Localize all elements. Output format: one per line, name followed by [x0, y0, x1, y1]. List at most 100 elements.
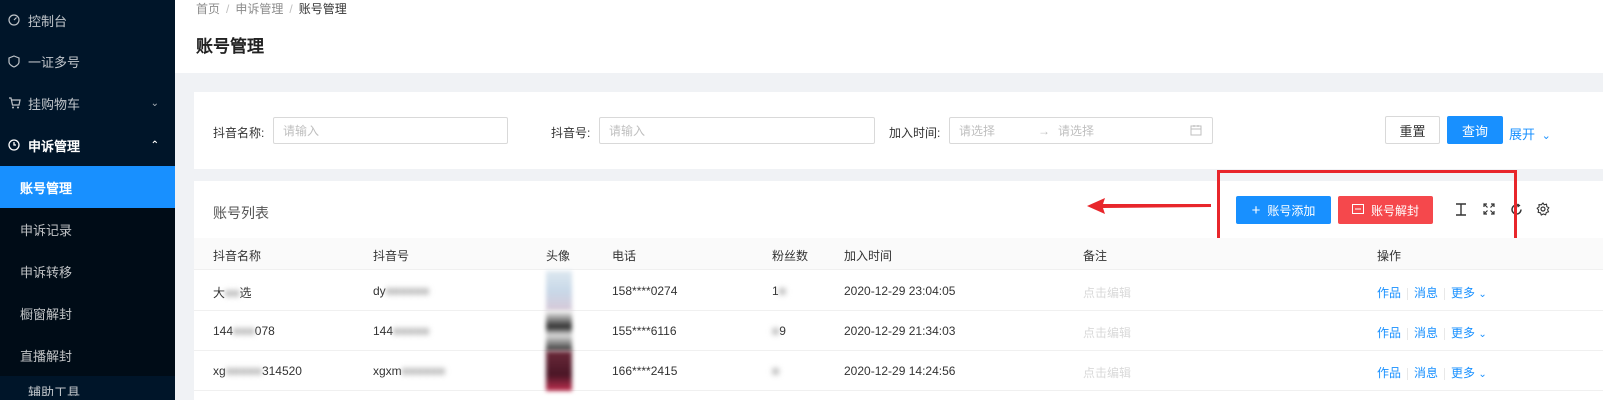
divider — [1444, 367, 1446, 380]
more-label: 更多 — [1451, 326, 1476, 340]
join-time-range-picker[interactable]: 请选择 → 请选择 — [949, 117, 1213, 144]
column-header-avatar: 头像 — [546, 249, 571, 263]
cell-douyin-name: 大■■选 — [213, 284, 252, 301]
avatar — [546, 351, 572, 391]
name-tail: 314520 — [261, 364, 302, 378]
divider — [1407, 287, 1409, 300]
redacted-text: ■ — [772, 364, 780, 378]
more-dropdown[interactable]: 更多 ⌄ — [1451, 326, 1487, 340]
fans-value: 1 — [772, 284, 779, 298]
id-head: xgxm — [373, 364, 402, 378]
cell-fans: ■1 — [772, 364, 779, 378]
redacted-text: ■■■■■ — [393, 324, 430, 338]
redacted-text: ■ — [772, 324, 780, 338]
query-button[interactable]: 查询 — [1447, 116, 1503, 144]
cell-fans: ■9 — [772, 324, 786, 338]
cell-actions: 作品 消息 更多 ⌄ — [1377, 364, 1487, 381]
redacted-text: ■■■ — [233, 324, 255, 338]
sidebar-item-tools[interactable]: 辅助工具 — [0, 376, 175, 396]
id-head: dy — [373, 284, 386, 298]
avatar — [546, 311, 572, 351]
sidebar-item-multi-account[interactable]: 一证多号 — [0, 40, 175, 82]
cell-join-time: 2020-12-29 23:04:05 — [844, 284, 956, 298]
douyin-name-input[interactable]: 请输入 — [273, 117, 508, 144]
column-header-douyin-name: 抖音名称 — [213, 249, 262, 263]
sidebar-item-window-unseal[interactable]: 橱窗解封 — [0, 292, 175, 334]
cell-phone: 166****2415 — [612, 364, 678, 378]
message-link[interactable]: 消息 — [1414, 286, 1438, 300]
works-link[interactable]: 作品 — [1377, 366, 1401, 380]
sidebar-item-label: 辅助工具 — [28, 385, 81, 396]
dashboard-icon — [7, 13, 21, 27]
cell-douyin-id: 144■■■■■ — [373, 324, 429, 338]
page-title: 账号管理 — [196, 37, 264, 56]
cell-join-time: 2020-12-29 21:34:03 — [844, 324, 956, 338]
column-header-douyin-id: 抖音号 — [373, 249, 410, 263]
divider — [1407, 327, 1409, 340]
sidebar-item-appeal-transfer[interactable]: 申诉转移 — [0, 250, 175, 292]
breadcrumb-separator: / — [226, 2, 230, 16]
divider — [1444, 327, 1446, 340]
works-link[interactable]: 作品 — [1377, 326, 1401, 340]
message-link[interactable]: 消息 — [1414, 326, 1438, 340]
douyin-id-placeholder: 请输入 — [609, 124, 646, 138]
avatar — [546, 271, 572, 311]
table-title: 账号列表 — [213, 205, 269, 221]
join-time-label: 加入时间: — [889, 126, 941, 140]
end-date-placeholder: 请选择 — [1058, 124, 1095, 138]
sidebar-item-label: 控制台 — [28, 13, 68, 29]
cell-note-editable[interactable]: 点击编辑 — [1083, 324, 1131, 341]
sidebar-item-label: 一证多号 — [28, 54, 81, 70]
cell-douyin-name: xg■■■■■314520 — [213, 364, 302, 378]
column-header-join-time: 加入时间 — [844, 249, 893, 263]
more-dropdown[interactable]: 更多 ⌄ — [1451, 366, 1487, 380]
column-header-fans: 粉丝数 — [772, 249, 809, 263]
table-row: 大■■选 dy■■■■■■ 158****0274 1■ 2020-12-29 … — [194, 271, 1603, 311]
more-dropdown[interactable]: 更多 ⌄ — [1451, 286, 1487, 300]
douyin-id-input[interactable]: 请输入 — [599, 117, 875, 144]
cell-douyin-id: dy■■■■■■ — [373, 284, 429, 298]
sidebar-item-cart[interactable]: 挂购物车 ⌄ — [0, 82, 175, 124]
sidebar-item-dashboard[interactable]: 控制台 — [0, 0, 175, 40]
start-date-placeholder: 请选择 — [959, 124, 996, 138]
redacted-text: ■■■■■ — [225, 364, 262, 378]
id-head: 144 — [373, 324, 394, 338]
chevron-down-icon: ⌄ — [1541, 130, 1551, 142]
douyin-name-label: 抖音名称: — [213, 126, 265, 140]
column-header-note: 备注 — [1083, 249, 1108, 263]
calendar-icon — [1190, 124, 1202, 139]
breadcrumb: 首页 / 申诉管理 / 账号管理 — [196, 0, 347, 17]
clock-icon — [7, 138, 21, 152]
cell-note-editable[interactable]: 点击编辑 — [1083, 364, 1131, 381]
search-form: 抖音名称: 请输入 抖音号: 请输入 加入时间: 请选择 → 请选择 重置 查询… — [194, 92, 1603, 169]
cell-note-editable[interactable]: 点击编辑 — [1083, 284, 1131, 301]
more-label: 更多 — [1451, 286, 1476, 300]
breadcrumb-current: 账号管理 — [298, 2, 347, 16]
cart-icon — [7, 96, 21, 110]
sidebar-item-live-unseal[interactable]: 直播解封 — [0, 334, 175, 376]
redacted-text: ■■■■■■ — [385, 284, 430, 298]
sidebar-item-account-manage[interactable]: 账号管理 — [0, 166, 175, 208]
name-tail: 选 — [239, 286, 252, 300]
shield-icon — [7, 54, 21, 68]
table-header: 抖音名称 抖音号 头像 电话 粉丝数 加入时间 备注 操作 — [194, 238, 1603, 270]
breadcrumb-appeal[interactable]: 申诉管理 — [235, 2, 283, 16]
sidebar-item-appeal-records[interactable]: 申诉记录 — [0, 208, 175, 250]
breadcrumb-home[interactable]: 首页 — [196, 2, 220, 16]
works-link[interactable]: 作品 — [1377, 286, 1401, 300]
expand-toggle[interactable]: 展开 ⌄ — [1509, 124, 1551, 143]
sidebar-item-label: 挂购物车 — [28, 96, 81, 112]
column-header-phone: 电话 — [612, 249, 637, 263]
setting-icon[interactable] — [1535, 201, 1551, 217]
cell-douyin-id: xgxm■■■■■■ — [373, 364, 445, 378]
chevron-down-icon: ⌄ — [150, 97, 159, 109]
chevron-down-icon: ⌄ — [1478, 329, 1487, 340]
more-label: 更多 — [1451, 366, 1476, 380]
sidebar: 控制台 一证多号 挂购物车 ⌄ 申诉管理 ⌃ 账号管理 申诉记录 申诉转移 橱窗… — [0, 0, 175, 400]
redacted-text: ■■ — [225, 286, 240, 300]
sidebar-item-appeal[interactable]: 申诉管理 ⌃ — [0, 124, 175, 166]
message-link[interactable]: 消息 — [1414, 366, 1438, 380]
divider — [1407, 367, 1409, 380]
reset-button[interactable]: 重置 — [1385, 116, 1440, 144]
table-row: 144■■■078 144■■■■■ 155****6116 ■9 2020-1… — [194, 311, 1603, 351]
